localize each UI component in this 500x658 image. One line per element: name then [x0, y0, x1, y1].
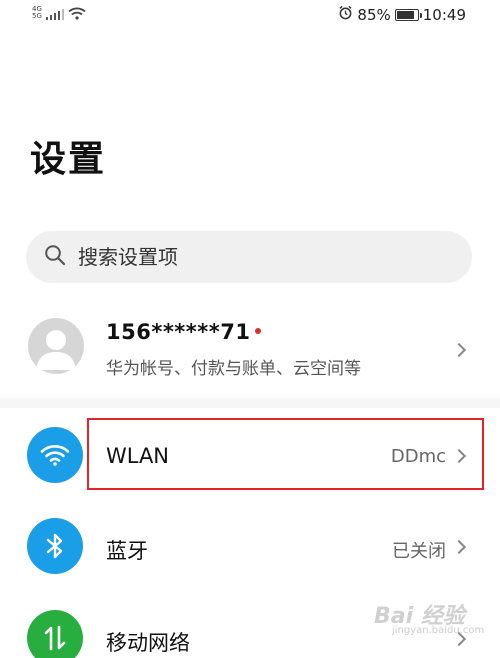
- account-row[interactable]: 156******71 华为帐号、付款与账单、云空间等: [0, 306, 500, 392]
- search-bar[interactable]: [26, 231, 472, 283]
- signal-strength-icon: [45, 9, 64, 20]
- wifi-icon: [27, 427, 83, 483]
- search-icon: [44, 244, 66, 270]
- battery-icon: [394, 8, 422, 21]
- mobile-data-icon: [27, 610, 83, 658]
- status-bar: 4G 5G 85% 10:49: [0, 0, 500, 32]
- notification-dot: [255, 328, 262, 334]
- highlight-box: [87, 418, 484, 490]
- battery-percentage: 85%: [357, 5, 391, 24]
- bluetooth-icon: [27, 518, 83, 574]
- avatar: [28, 318, 84, 374]
- page-title: 设置: [30, 139, 107, 180]
- wifi-status-icon: [68, 7, 86, 20]
- search-input[interactable]: [78, 245, 438, 269]
- chevron-right-icon: [451, 342, 467, 358]
- status-left: 4G 5G: [32, 6, 86, 20]
- network-type-indicator: 4G 5G: [32, 6, 42, 20]
- account-name: 156******71: [106, 320, 262, 344]
- settings-item-value: 已关闭: [392, 541, 446, 562]
- account-subtitle: 华为帐号、付款与账单、云空间等: [106, 359, 361, 379]
- clock-time: 10:49: [422, 5, 466, 24]
- settings-item-bluetooth[interactable]: 蓝牙 已关闭: [0, 502, 500, 592]
- account-phone: 156******71: [106, 320, 251, 344]
- settings-item-label: 移动网络: [106, 631, 190, 655]
- network-sub-label: 5G: [32, 12, 42, 20]
- chevron-right-icon: [451, 539, 467, 555]
- settings-item-label: 蓝牙: [106, 539, 148, 563]
- watermark-url: jingyan.baidu.com: [392, 625, 485, 636]
- status-right: 85% 10:49: [338, 5, 466, 24]
- alarm-clock-icon: [338, 5, 353, 24]
- section-divider: [0, 398, 500, 408]
